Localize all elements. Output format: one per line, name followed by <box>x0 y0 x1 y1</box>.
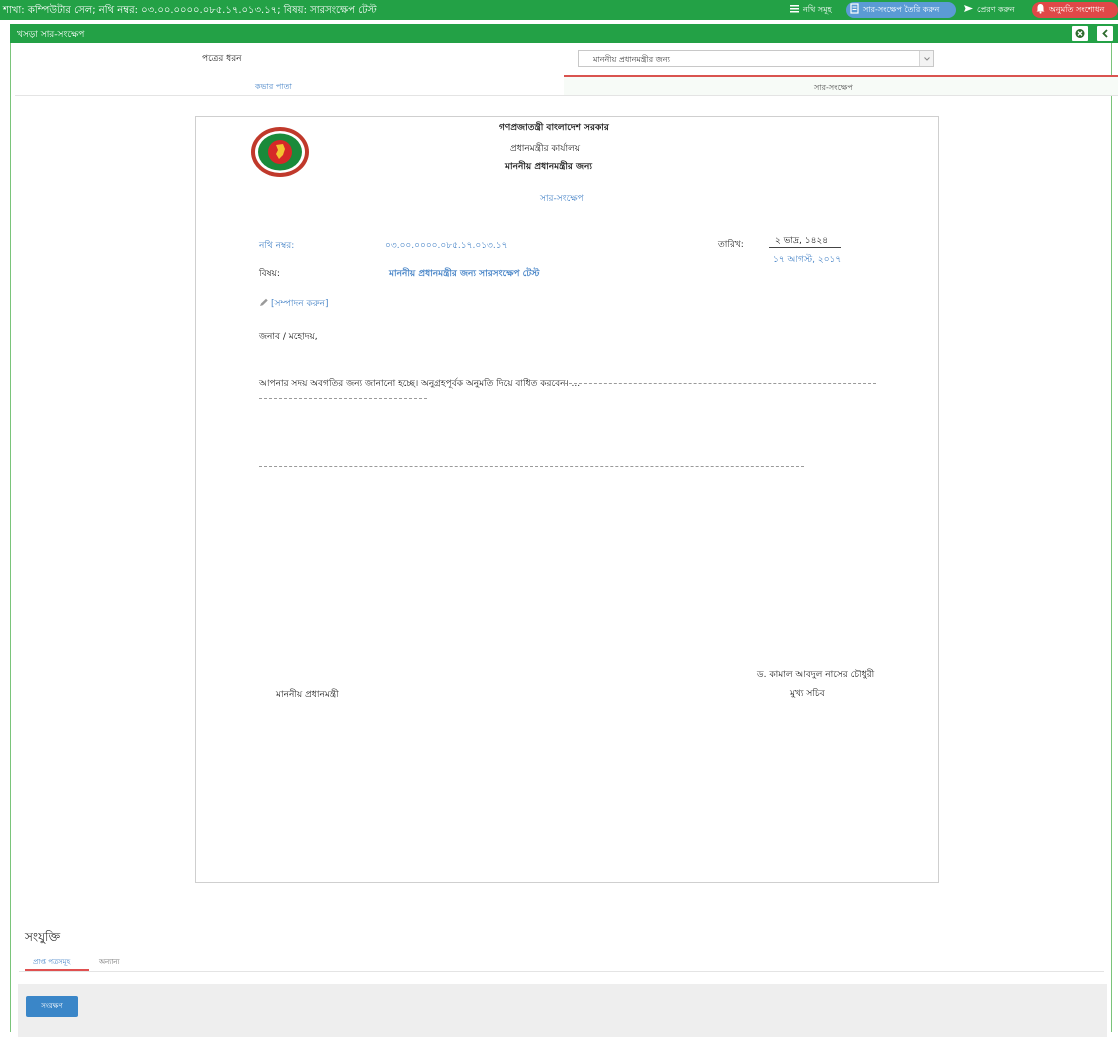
letter-type-value: মাননীয় প্রধানমন্ত্রীর জন্য <box>593 55 670 64</box>
attachments-title: সংযুক্তি <box>25 930 61 944</box>
dashed-line <box>259 398 427 399</box>
notes-button[interactable]: নথি সমূহ <box>786 2 842 18</box>
create-summary-button[interactable]: সার-সংক্ষেপ তৈরি করুন <box>846 2 956 18</box>
salutation: জনাব / মহোদয়, <box>259 332 318 342</box>
dashed-line <box>259 466 804 467</box>
close-button[interactable] <box>1072 26 1088 41</box>
for-pm-heading: মাননীয় প্রধানমন্ত্রীর জন্য <box>505 162 593 172</box>
nothi-number-label: নথি নম্বর: <box>259 241 295 251</box>
back-button[interactable] <box>1097 26 1113 41</box>
pencil-icon <box>260 298 268 306</box>
approve-edit-button[interactable]: অনুমতি সংশোধন <box>1032 2 1118 18</box>
office-name: প্রধানমন্ত্রীর কার্যালয় <box>510 144 581 154</box>
list-icon <box>790 5 799 13</box>
tab-summary-label: সার-সংক্ষেপ <box>814 83 853 92</box>
frame-border-left <box>10 43 11 1032</box>
page-title: খসড়া সার-সংক্ষেপ <box>17 30 85 40</box>
letter-type-label: পত্রের ধরন <box>202 54 242 64</box>
letter-type-select[interactable]: মাননীয় প্রধানমন্ত্রীর জন্য <box>578 50 934 67</box>
tab-received-letters[interactable]: প্রাপ্ত পত্রসমূহ <box>25 954 89 971</box>
dashed-line <box>564 383 876 384</box>
tab-other[interactable]: অন্যান্য <box>99 956 120 968</box>
chevron-down-icon <box>919 51 933 66</box>
tab-received-label: প্রাপ্ত পত্রসমূহ <box>33 958 71 966</box>
attachments-divider <box>19 971 1104 972</box>
breadcrumb: শাখা: কম্পিউটার সেল; নথি নম্বর: ০৩.০০.০০… <box>3 5 377 16</box>
save-button[interactable]: সংরক্ষণ <box>26 996 78 1017</box>
approve-edit-label: অনুমতি সংশোধন <box>1049 5 1105 14</box>
frame-border-right <box>1111 43 1112 1032</box>
signer-name: ড. কামাল আবদুল নাসের চৌধুরী <box>757 670 875 680</box>
footer-bar: সংরক্ষণ <box>18 984 1107 1037</box>
tab-cover-label: কভার পাতা <box>255 82 292 91</box>
date-label: তারিখ: <box>718 240 744 250</box>
close-circle-icon <box>1075 29 1085 38</box>
nothi-number-value: ০৩.০০.০০০০.০৮৫.১৭.০১৩.১৭ <box>385 241 508 251</box>
notes-button-label: নথি সমূহ <box>803 5 832 14</box>
draft-title-bar: খসড়া সার-সংক্ষেপ <box>10 24 1118 43</box>
tab-cover-page[interactable]: কভার পাতা <box>15 75 564 95</box>
summary-document: গণপ্রজাতন্ত্রী বাংলাদেশ সরকার প্রধানমন্ত… <box>195 116 939 883</box>
bell-icon <box>1036 4 1045 14</box>
tab-divider <box>15 95 1118 96</box>
top-header-bar: শাখা: কম্পিউটার সেল; নথি নম্বর: ০৩.০০.০০… <box>0 0 1118 20</box>
subject-value: মাননীয় প্রধানমন্ত্রীর জন্য সারসংক্ষেপ ট… <box>389 269 540 279</box>
create-summary-label: সার-সংক্ষেপ তৈরি করুন <box>863 5 940 14</box>
chevron-left-icon <box>1102 29 1108 38</box>
date-underline <box>769 247 841 248</box>
edit-link-label: [সম্পাদন করুন] <box>271 299 329 309</box>
government-title: গণপ্রজাতন্ত্রী বাংলাদেশ সরকার <box>499 123 609 133</box>
government-seal-icon <box>251 127 309 177</box>
tab-summary[interactable]: সার-সংক্ষেপ <box>564 75 1118 95</box>
subject-label: বিষয়: <box>259 269 280 279</box>
pm-signature-label: মাননীয় প্রধানমন্ত্রী <box>276 690 339 700</box>
send-button[interactable]: প্রেরণ করুন <box>960 2 1028 18</box>
send-button-label: প্রেরণ করুন <box>977 5 1015 14</box>
document-icon <box>850 3 859 14</box>
send-icon <box>964 5 973 12</box>
signer-title: মুখ্য সচিব <box>790 689 825 699</box>
body-text: আপনার সদয় অবগতির জন্য জানানো হচ্ছে। অনু… <box>259 379 581 389</box>
date-gregorian: ১৭ আগস্ট, ২০১৭ <box>773 255 842 265</box>
summary-heading: সার-সংক্ষেপ <box>540 194 584 204</box>
edit-link[interactable]: [সম্পাদন করুন] <box>259 296 329 311</box>
date-bangla: ২ ভাদ্র, ১৪২৪ <box>775 236 829 246</box>
